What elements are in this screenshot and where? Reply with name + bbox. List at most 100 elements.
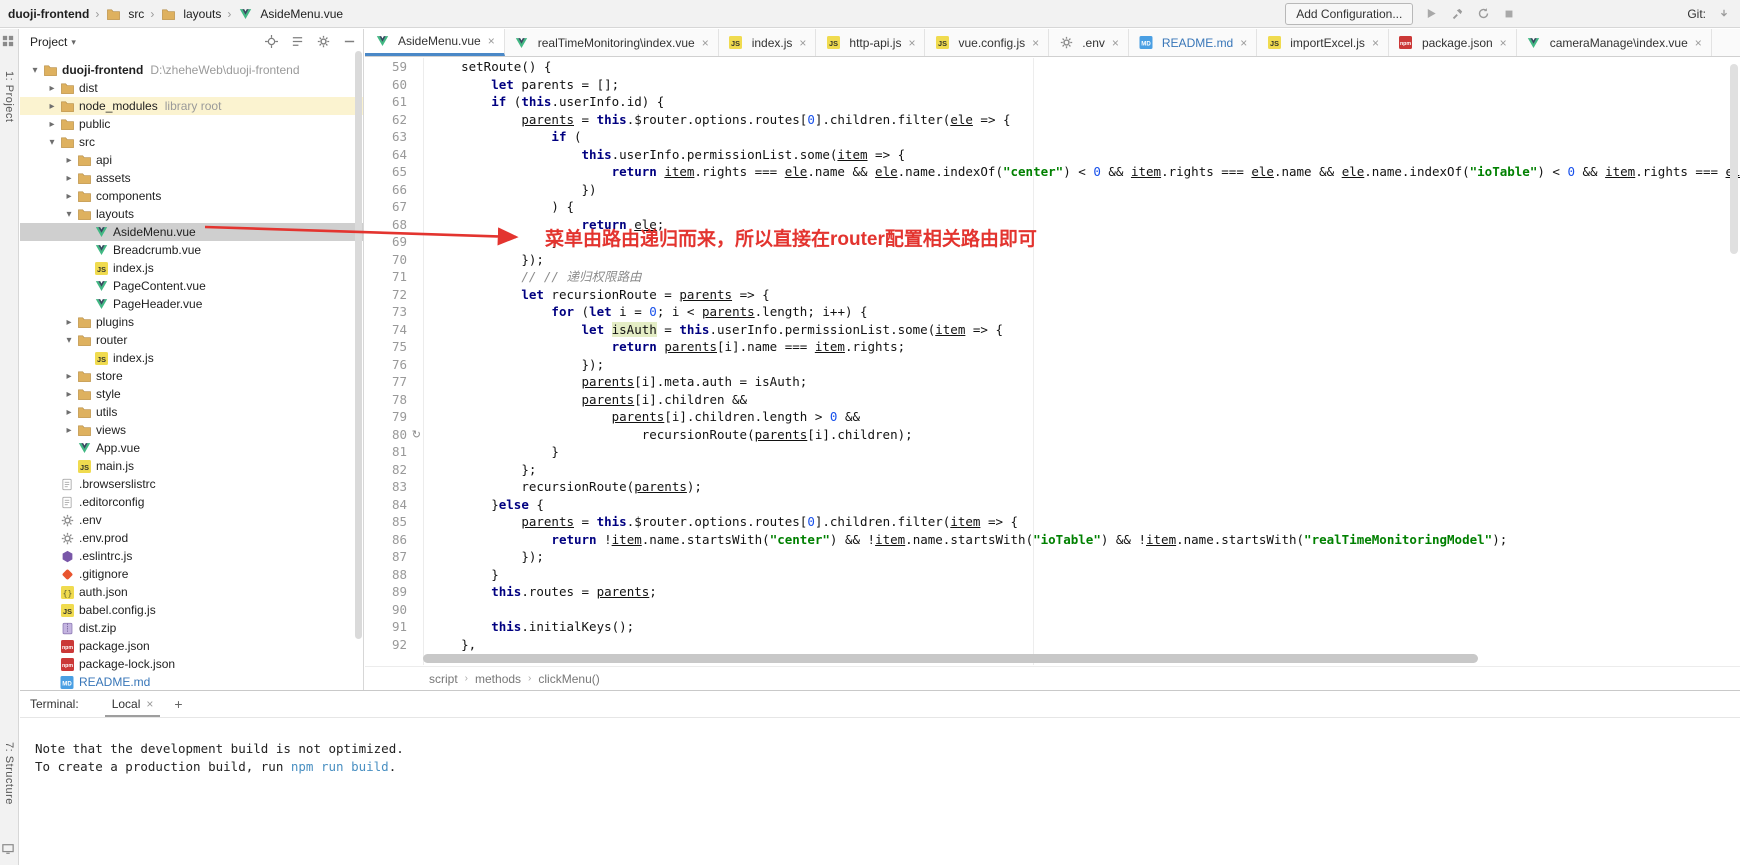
line-number[interactable]: 72 <box>365 286 423 304</box>
recursive-call-icon[interactable]: ↻ <box>412 426 421 444</box>
tree-item[interactable]: AsideMenu.vue <box>20 223 363 241</box>
editor-tab[interactable]: JSimportExcel.js× <box>1257 29 1389 56</box>
line-number[interactable]: 74 <box>365 321 423 339</box>
tree-item[interactable]: .browserslistrc <box>20 475 363 493</box>
scrollbar-thumb[interactable] <box>1730 64 1738 254</box>
close-icon[interactable]: × <box>799 36 806 50</box>
code-line[interactable]: 78 parents[i].children && <box>365 391 1740 409</box>
line-number[interactable]: 91 <box>365 618 423 636</box>
line-number[interactable]: 67 <box>365 198 423 216</box>
editor-horizontal-scrollbar[interactable] <box>423 653 1726 664</box>
code-line[interactable]: 80↻ recursionRoute(parents[i].children); <box>365 426 1740 444</box>
chevron-right-icon[interactable]: ▸ <box>45 101 59 112</box>
chevron-right-icon[interactable]: ▸ <box>62 191 76 202</box>
code-line[interactable]: 62 parents = this.$router.options.routes… <box>365 111 1740 129</box>
scrollbar-thumb[interactable] <box>423 654 1478 663</box>
code-editor[interactable]: 59 setRoute() {60 let parents = [];61 if… <box>365 58 1740 665</box>
code-line[interactable]: 60 let parents = []; <box>365 76 1740 94</box>
tree-item[interactable]: ▸components <box>20 187 363 205</box>
line-number[interactable]: 77 <box>365 373 423 391</box>
toolwindow-grid-icon[interactable] <box>2 35 16 49</box>
close-icon[interactable]: × <box>1372 36 1379 50</box>
code-line[interactable]: 76 }); <box>365 356 1740 374</box>
toolwindow-button-project[interactable]: 1: Project <box>3 71 15 122</box>
close-icon[interactable]: × <box>1112 36 1119 50</box>
breadcrumb-item[interactable]: AsideMenu.vue <box>237 7 343 21</box>
code-line[interactable]: 74 let isAuth = this.userInfo.permission… <box>365 321 1740 339</box>
code-line[interactable]: 65 return item.rights === ele.name && el… <box>365 163 1740 181</box>
chevron-right-icon[interactable]: ▸ <box>62 317 76 328</box>
tree-item[interactable]: ▸store <box>20 367 363 385</box>
add-configuration-button[interactable]: Add Configuration... <box>1285 3 1413 25</box>
tree-item[interactable]: PageContent.vue <box>20 277 363 295</box>
line-number[interactable]: 60 <box>365 76 423 94</box>
git-label[interactable]: Git: <box>1687 7 1706 21</box>
tree-item[interactable]: .eslintrc.js <box>20 547 363 565</box>
tree-item[interactable]: PageHeader.vue <box>20 295 363 313</box>
code-line[interactable]: 72 let recursionRoute = parents => { <box>365 286 1740 304</box>
tree-item[interactable]: ▸dist <box>20 79 363 97</box>
line-number[interactable]: 88 <box>365 566 423 584</box>
terminal-tab-local[interactable]: Local × <box>105 692 161 717</box>
chevron-right-icon[interactable]: ▸ <box>45 119 59 130</box>
line-number[interactable]: 82 <box>365 461 423 479</box>
code-line[interactable]: 64 this.userInfo.permissionList.some(ite… <box>365 146 1740 164</box>
line-number[interactable]: 86 <box>365 531 423 549</box>
toolwindow-button-structure[interactable]: 7: Structure <box>3 742 15 805</box>
code-line[interactable]: 82 }; <box>365 461 1740 479</box>
line-number[interactable]: 84 <box>365 496 423 514</box>
tree-item[interactable]: ▸utils <box>20 403 363 421</box>
tree-item[interactable]: ▸node_moduleslibrary root <box>20 97 363 115</box>
line-number[interactable]: 65 <box>365 163 423 181</box>
project-view-selector[interactable]: Project ▾ <box>30 35 76 49</box>
editor-tab[interactable]: .env× <box>1049 29 1129 56</box>
editor-tab[interactable]: JSvue.config.js× <box>925 29 1049 56</box>
editor-tab[interactable]: MDREADME.md× <box>1129 29 1257 56</box>
line-number[interactable]: 89 <box>365 583 423 601</box>
tree-item[interactable]: ▸style <box>20 385 363 403</box>
tree-item[interactable]: ▸api <box>20 151 363 169</box>
tree-item[interactable]: JSmain.js <box>20 457 363 475</box>
close-icon[interactable]: × <box>908 36 915 50</box>
line-number[interactable]: 76 <box>365 356 423 374</box>
code-line[interactable]: 83 recursionRoute(parents); <box>365 478 1740 496</box>
line-number[interactable]: 78 <box>365 391 423 409</box>
editor-breadcrumb-item[interactable]: script <box>429 672 458 686</box>
code-line[interactable]: 92 }, <box>365 636 1740 654</box>
code-line[interactable]: 85 parents = this.$router.options.routes… <box>365 513 1740 531</box>
code-line[interactable]: 70 }); <box>365 251 1740 269</box>
code-line[interactable]: 73 for (let i = 0; i < parents.length; i… <box>365 303 1740 321</box>
tree-item[interactable]: JSbabel.config.js <box>20 601 363 619</box>
code-line[interactable]: 69 } <box>365 233 1740 251</box>
tree-item[interactable]: .env.prod <box>20 529 363 547</box>
settings-gear-icon[interactable] <box>317 35 331 49</box>
tree-item[interactable]: dist.zip <box>20 619 363 637</box>
code-line[interactable]: 90 <box>365 601 1740 619</box>
line-number[interactable]: 83 <box>365 478 423 496</box>
tree-item[interactable]: ▾src <box>20 133 363 151</box>
chevron-down-icon[interactable]: ▾ <box>62 335 76 346</box>
editor-tab[interactable]: AsideMenu.vue× <box>365 29 505 56</box>
tree-item[interactable]: ▸assets <box>20 169 363 187</box>
code-line[interactable]: 81 } <box>365 443 1740 461</box>
code-line[interactable]: 68 return ele; <box>365 216 1740 234</box>
close-icon[interactable]: × <box>702 36 709 50</box>
tree-item[interactable]: MDREADME.md <box>20 673 363 690</box>
tree-item[interactable]: {}auth.json <box>20 583 363 601</box>
tree-item[interactable]: JSindex.js <box>20 259 363 277</box>
stop-icon[interactable] <box>1501 6 1517 22</box>
code-line[interactable]: 77 parents[i].meta.auth = isAuth; <box>365 373 1740 391</box>
editor-breadcrumb-item[interactable]: clickMenu() <box>538 672 599 686</box>
chevron-right-icon[interactable]: ▸ <box>45 83 59 94</box>
editor-tab[interactable]: JSindex.js× <box>719 29 817 56</box>
chevron-down-icon[interactable]: ▾ <box>28 65 42 76</box>
close-icon[interactable]: × <box>1695 36 1702 50</box>
tree-item[interactable]: .env <box>20 511 363 529</box>
line-number[interactable]: 75 <box>365 338 423 356</box>
code-line[interactable]: 66 }) <box>365 181 1740 199</box>
line-number[interactable]: 66 <box>365 181 423 199</box>
chevron-right-icon[interactable]: ▸ <box>62 407 76 418</box>
tree-item[interactable]: ▸views <box>20 421 363 439</box>
line-number[interactable]: 80↻ <box>365 426 423 444</box>
chevron-right-icon[interactable]: ▸ <box>62 173 76 184</box>
